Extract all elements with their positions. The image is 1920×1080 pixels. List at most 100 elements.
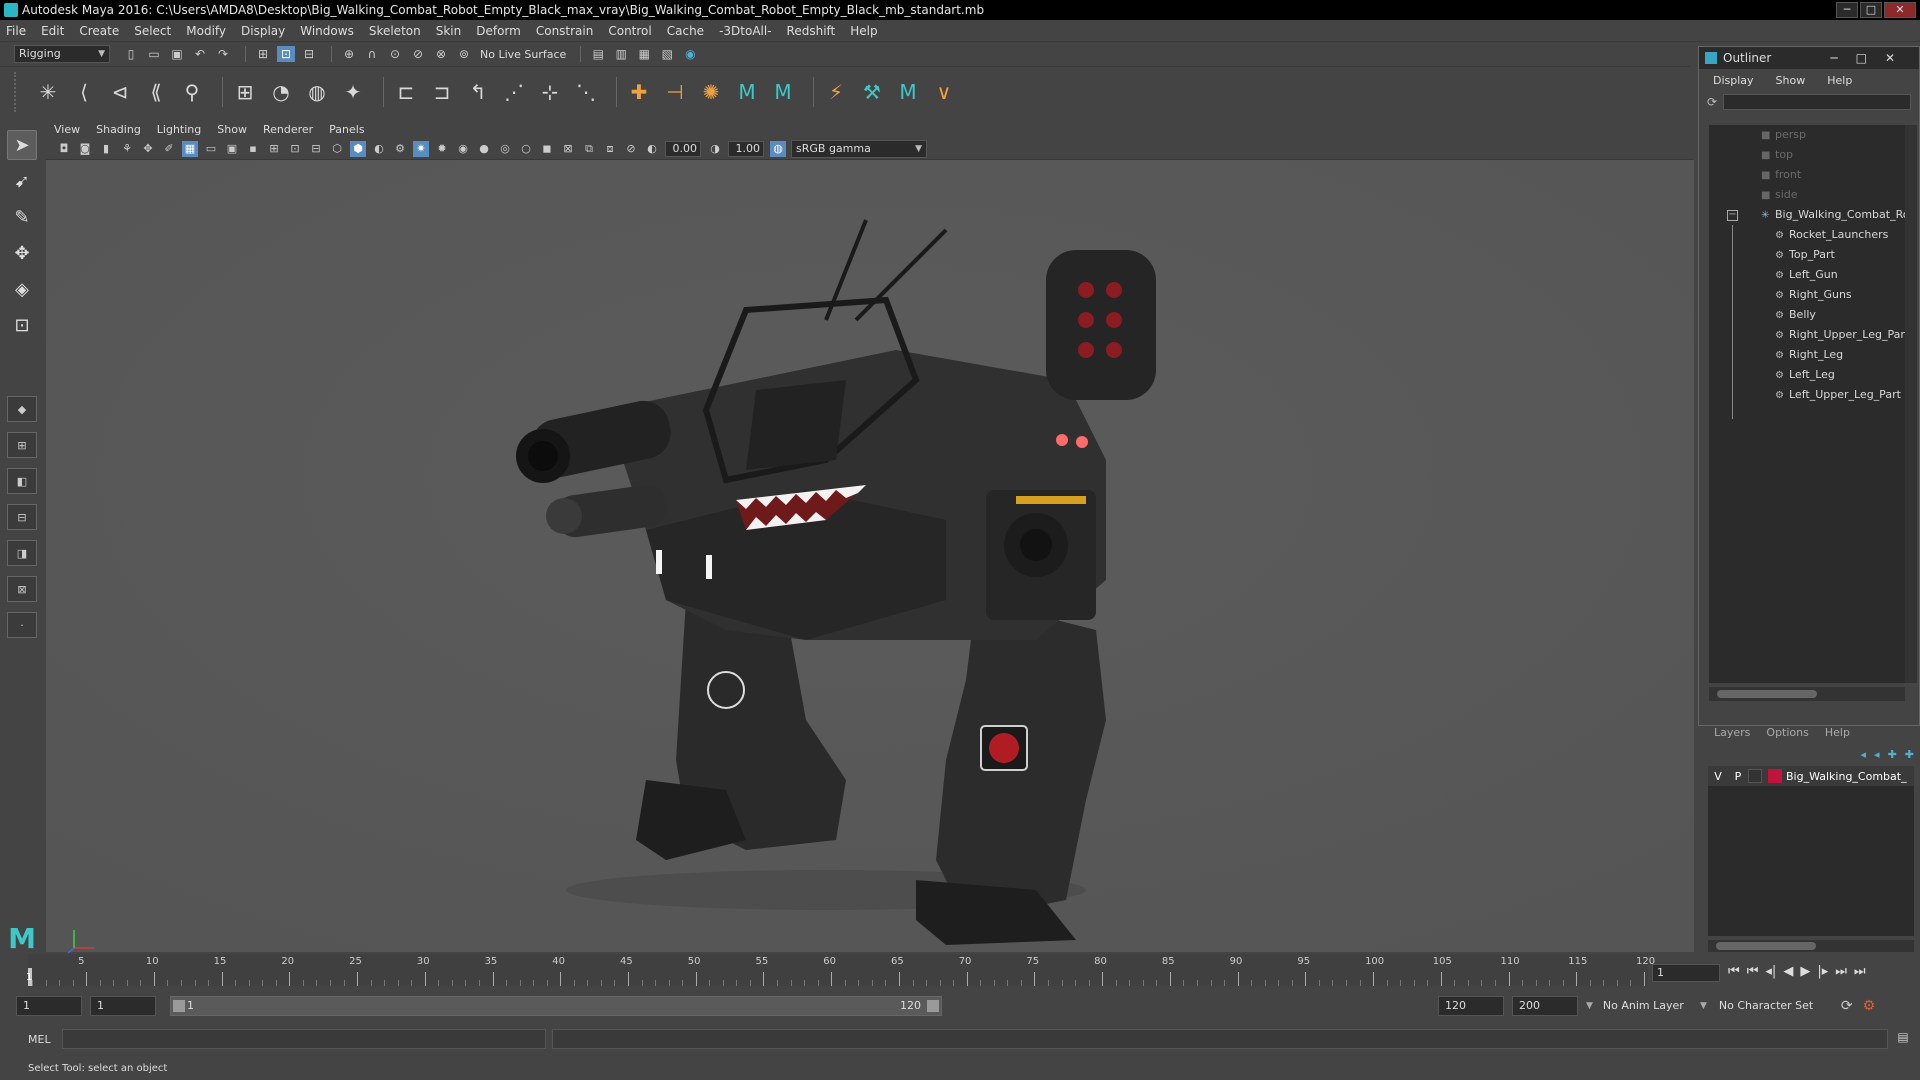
time-ruler[interactable]: 5 10 15 20 25 30 35 40 45 50 55 60 65 70 75 80 85 90 95 100… <box>28 954 1655 986</box>
outliner-item-rocket-launchers[interactable]: ⚙ Rocket_Launchers <box>1709 225 1905 245</box>
outliner-item-right-upper-leg-part[interactable]: ⚙ Right_Upper_Leg_Part <box>1709 325 1905 345</box>
new-layer-selected-icon[interactable]: ✚ <box>1905 748 1914 761</box>
grease-pencil-icon[interactable]: ✐ <box>161 141 177 157</box>
menu-create[interactable]: Create <box>79 24 119 38</box>
outliner-menu-help[interactable]: Help <box>1827 74 1852 87</box>
blend-shape-icon[interactable]: ∨ <box>930 78 958 106</box>
play-backward-icon[interactable]: ◀ <box>1783 964 1793 979</box>
layer-color-swatch[interactable] <box>1768 769 1782 783</box>
layer-playback-toggle[interactable]: P <box>1728 770 1748 783</box>
outliner-item-left-leg[interactable]: ⚙ Left_Leg <box>1709 365 1905 385</box>
gamma-field[interactable]: 1.00 <box>728 140 764 157</box>
textured-icon[interactable]: ⚙ <box>392 141 408 157</box>
maximize-button[interactable]: □ <box>1860 2 1882 18</box>
scrollbar-thumb[interactable] <box>1716 942 1816 950</box>
scale-tool-icon[interactable]: ⊡ <box>7 310 37 340</box>
film-gate-icon[interactable]: ▭ <box>203 141 219 157</box>
frame-all-icon[interactable]: ⊘ <box>623 141 639 157</box>
panel-menu-view[interactable]: View <box>54 123 80 136</box>
save-scene-icon[interactable]: ▣ <box>168 46 186 62</box>
detach-skin-icon[interactable]: ⋰ <box>500 78 528 106</box>
layer-horizontal-scrollbar[interactable] <box>1708 940 1914 952</box>
shade-wireframe-icon[interactable]: ◐ <box>371 141 387 157</box>
field-chart-icon[interactable]: ⊞ <box>266 141 282 157</box>
use-all-lights-icon[interactable]: ✷ <box>413 140 429 157</box>
shadows-icon[interactable]: ✹ <box>434 141 450 157</box>
grid-icon[interactable]: ▦ <box>182 140 198 157</box>
command-input[interactable] <box>62 1029 546 1049</box>
xray-components-icon[interactable]: ⧈ <box>602 141 618 157</box>
lattice-icon[interactable]: ⊞ <box>231 78 259 106</box>
outliner-menu-display[interactable]: Display <box>1713 74 1754 87</box>
menuset-dropdown[interactable]: Rigging ▼ <box>14 45 110 63</box>
shelf-grip[interactable] <box>14 71 22 112</box>
menu-select[interactable]: Select <box>134 24 171 38</box>
xray-joints-icon[interactable]: ⧉ <box>581 141 597 157</box>
go-to-end-icon[interactable]: ⏭ <box>1854 964 1866 979</box>
four-pane-layout-icon[interactable]: ⊞ <box>7 432 37 458</box>
menu-skeleton[interactable]: Skeleton <box>369 24 421 38</box>
set-driven-key-icon[interactable]: ⚒ <box>858 78 886 106</box>
outliner-menu-show[interactable]: Show <box>1776 74 1806 87</box>
bookmark-icon[interactable]: ▮ <box>98 141 114 157</box>
lasso-tool-icon[interactable]: ➹ <box>7 166 37 196</box>
menu-3dtoall[interactable]: -3DtoAll- <box>719 24 771 38</box>
viewport-scene[interactable]: persp <box>46 160 1694 985</box>
outliner-item-persp[interactable]: ■ persp <box>1709 125 1905 145</box>
menu-file[interactable]: File <box>6 24 26 38</box>
panel-menu-lighting[interactable]: Lighting <box>157 123 201 136</box>
copy-weights-icon[interactable]: ⋱ <box>572 78 600 106</box>
depth-of-field-icon[interactable]: ○ <box>518 141 534 157</box>
outliner-item-right-guns[interactable]: ⚙ Right_Guns <box>1709 285 1905 305</box>
menu-modify[interactable]: Modify <box>186 24 226 38</box>
point-constraint-icon[interactable]: ✚ <box>625 78 653 106</box>
step-forward-key-icon[interactable]: ⏭ <box>1835 964 1847 979</box>
gamma-icon[interactable]: ◑ <box>707 141 723 157</box>
select-object-icon[interactable]: ⊡ <box>277 46 295 62</box>
isolate-select-icon[interactable]: ◼ <box>539 141 555 157</box>
render-settings-icon[interactable]: ▤ <box>589 46 607 62</box>
mirror-joint-icon[interactable]: ⊲ <box>106 78 134 106</box>
layer-menu-help[interactable]: Help <box>1825 726 1850 742</box>
outliner-vertical-scrollbar[interactable] <box>1905 125 1917 683</box>
menu-windows[interactable]: Windows <box>300 24 354 38</box>
move-layer-down-icon[interactable]: ◂ <box>1874 748 1880 761</box>
outliner-item-belly[interactable]: ⚙ Belly <box>1709 305 1905 325</box>
wrap-icon[interactable]: ◍ <box>303 78 331 106</box>
scale-constraint-icon[interactable]: M <box>769 78 797 106</box>
single-pane-layout-icon[interactable]: ◆ <box>7 396 37 422</box>
select-tool-icon[interactable]: ➤ <box>7 130 37 160</box>
live-surface-label[interactable]: No Live Surface <box>480 48 566 61</box>
orient-constraint-icon[interactable]: ✺ <box>697 78 725 106</box>
menu-edit[interactable]: Edit <box>41 24 64 38</box>
ipr-render-icon[interactable]: ▦ <box>635 46 653 62</box>
menu-display[interactable]: Display <box>241 24 285 38</box>
hik-icon[interactable]: M <box>894 78 922 106</box>
smooth-bind-icon[interactable]: ⊐ <box>428 78 456 106</box>
step-back-frame-icon[interactable]: ◂| <box>1765 964 1776 979</box>
render-view-icon[interactable]: ▧ <box>658 46 676 62</box>
command-language-label[interactable]: MEL <box>28 1033 62 1046</box>
move-tool-icon[interactable]: ✥ <box>7 238 37 268</box>
render-frame-icon[interactable]: ▥ <box>612 46 630 62</box>
side-by-side-layout-icon[interactable]: ◧ <box>7 468 37 494</box>
layer-menu-options[interactable]: Options <box>1766 726 1808 742</box>
outliner-item-root-group[interactable]: − ✳ Big_Walking_Combat_Rol <box>1709 205 1905 225</box>
outliner-window-buttons[interactable]: ─□✕ <box>1830 47 1913 69</box>
outliner-item-front[interactable]: ■ front <box>1709 165 1905 185</box>
menu-redshift[interactable]: Redshift <box>787 24 836 38</box>
outliner-item-top-part[interactable]: ⚙ Top_Part <box>1709 245 1905 265</box>
new-layer-icon[interactable]: ✚ <box>1888 748 1897 761</box>
snap-curve-icon[interactable]: ∩ <box>363 46 381 62</box>
xray-icon[interactable]: ⊠ <box>560 141 576 157</box>
exposure-icon[interactable]: ◐ <box>644 141 660 157</box>
bind-skin-icon[interactable]: ⊏ <box>392 78 420 106</box>
animation-preferences-icon[interactable]: ⚙ <box>1863 998 1876 1014</box>
filter-icon[interactable]: ⟳ <box>1707 95 1723 109</box>
panel-menu-shading[interactable]: Shading <box>96 123 141 136</box>
script-editor-icon[interactable]: ▤ <box>1894 1030 1912 1048</box>
camera-attributes-icon[interactable]: ◙ <box>77 141 93 157</box>
panel-menu-show[interactable]: Show <box>217 123 247 136</box>
range-handle-left[interactable] <box>173 1000 185 1012</box>
wireframe-icon[interactable]: ⬡ <box>329 141 345 157</box>
